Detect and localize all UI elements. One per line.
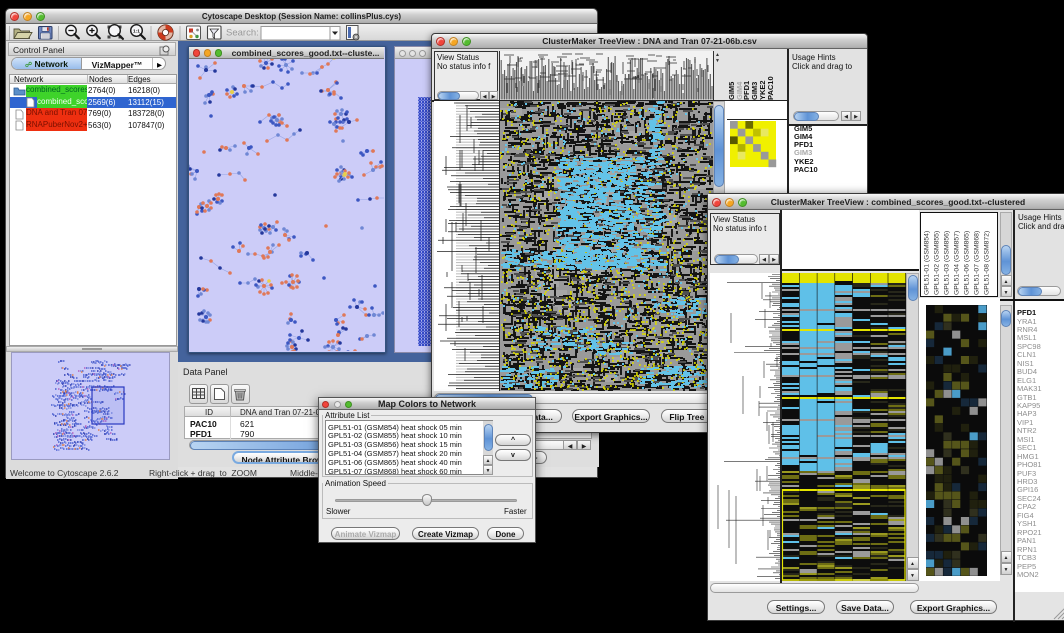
svg-text:GPL51-02 (GSM855): GPL51-02 (GSM855)	[934, 231, 941, 295]
svg-text:GPL51-07 (GSM868): GPL51-07 (GSM868)	[974, 231, 981, 295]
svg-text:GPL51-03 (GSM856): GPL51-03 (GSM856)	[944, 231, 951, 295]
svg-text:GPL51-06 (GSM865): GPL51-06 (GSM865)	[964, 231, 971, 295]
svg-text:1:1: 1:1	[133, 29, 140, 35]
svg-text:Search:: Search:	[226, 28, 259, 39]
svg-text:GPL51-08 (GSM872): GPL51-08 (GSM872)	[984, 231, 991, 295]
svg-text:GPL51-04 (GSM857): GPL51-04 (GSM857)	[954, 231, 961, 295]
svg-text:GPL51-01 (GSM854): GPL51-01 (GSM854)	[924, 231, 931, 295]
